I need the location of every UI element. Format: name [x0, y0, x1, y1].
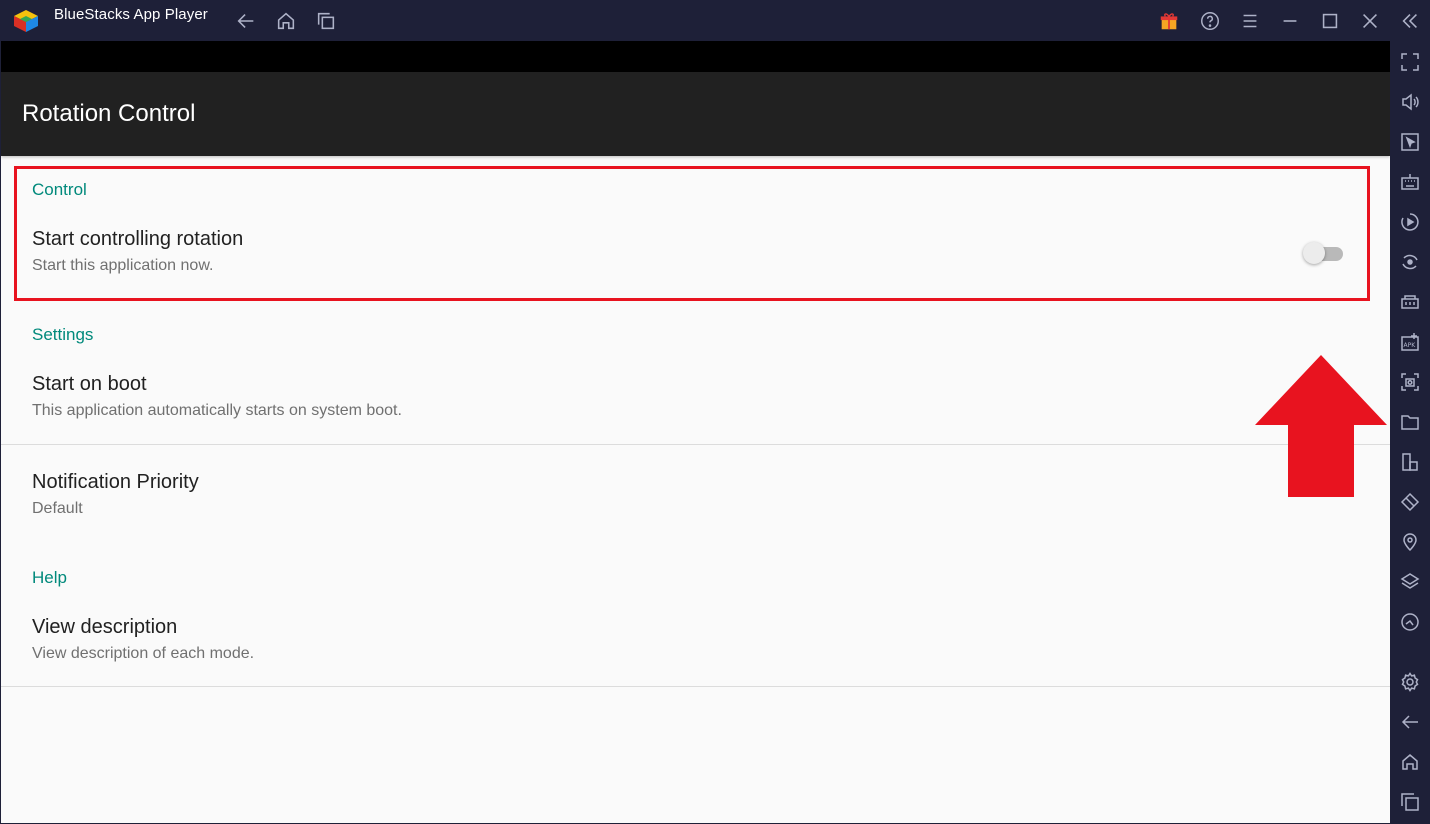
volume-icon[interactable] [1399, 91, 1421, 113]
close-icon[interactable] [1358, 9, 1382, 33]
pref-view-description[interactable]: View description View description of eac… [1, 599, 1390, 687]
section-header-help: Help [32, 568, 67, 587]
sidebar-recent-apps-icon[interactable] [1399, 791, 1421, 813]
right-sidebar: APK [1390, 41, 1430, 824]
status-bar [1, 41, 1390, 72]
sync-icon[interactable] [1399, 251, 1421, 273]
highlight-box [14, 166, 1370, 301]
collapse-sidebar-icon[interactable] [1398, 9, 1422, 33]
maximize-icon[interactable] [1318, 9, 1342, 33]
location-icon[interactable] [1399, 531, 1421, 553]
pref-summary: Default [32, 500, 83, 517]
fullscreen-icon[interactable] [1399, 51, 1421, 73]
sidebar-back-icon[interactable] [1399, 711, 1421, 733]
back-icon[interactable] [234, 9, 258, 33]
eco-mode-icon[interactable] [1399, 611, 1421, 633]
window-title: BlueStacks App Player [54, 6, 208, 23]
home-icon[interactable] [274, 9, 298, 33]
multi-instance-icon[interactable] [1399, 451, 1421, 473]
annotation-arrow [1255, 355, 1387, 497]
macro-icon[interactable] [1399, 211, 1421, 233]
bluestacks-logo [14, 10, 38, 32]
rotate-icon[interactable] [1399, 491, 1421, 513]
section-header-settings: Settings [32, 325, 94, 344]
layers-icon[interactable] [1399, 571, 1421, 593]
menu-icon[interactable] [1238, 9, 1262, 33]
help-icon[interactable] [1198, 9, 1222, 33]
pref-notification-priority[interactable]: Notification Priority Default [1, 445, 1390, 541]
performance-icon[interactable] [1399, 291, 1421, 313]
minimize-icon[interactable] [1278, 9, 1302, 33]
folder-icon[interactable] [1399, 411, 1421, 433]
divider [1, 686, 1390, 687]
pointer-icon[interactable] [1399, 131, 1421, 153]
app-bar: Rotation Control [1, 72, 1390, 156]
pref-title: View description [32, 616, 178, 638]
svg-text:APK: APK [1404, 342, 1417, 349]
pref-title: Start on boot [32, 373, 147, 395]
pref-summary: View description of each mode. [32, 645, 255, 662]
recent-apps-icon[interactable] [314, 9, 338, 33]
install-apk-icon[interactable]: APK [1399, 331, 1421, 353]
pref-start-on-boot[interactable]: Start on boot This application automatic… [1, 356, 1390, 444]
pref-title: Notification Priority [32, 471, 199, 493]
keyboard-icon[interactable] [1399, 171, 1421, 193]
sidebar-home-icon[interactable] [1399, 751, 1421, 773]
android-screen: Rotation Control Control Start controlli… [1, 41, 1390, 823]
settings-icon[interactable] [1399, 671, 1421, 693]
gift-icon[interactable] [1157, 9, 1181, 33]
page-title: Rotation Control [22, 100, 196, 127]
screenshot-icon[interactable] [1399, 371, 1421, 393]
pref-summary: This application automatically starts on… [32, 402, 402, 419]
title-bar: BlueStacks App Player [0, 0, 1430, 41]
